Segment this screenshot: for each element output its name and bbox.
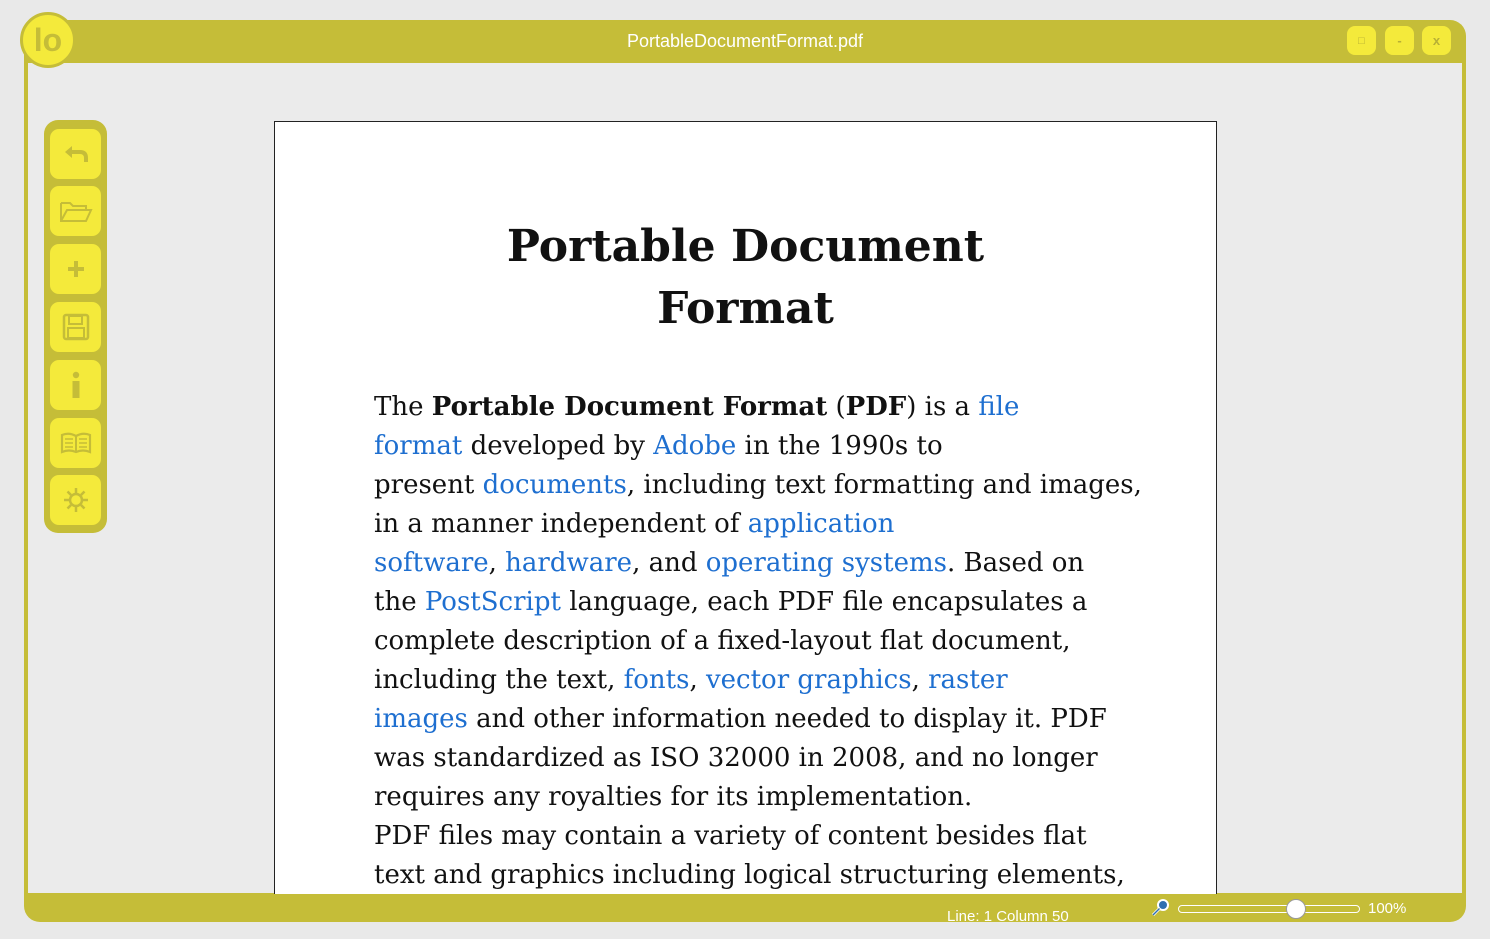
text-run: , [911,665,929,695]
document-line: requires any royalties for its implement… [374,778,1134,817]
document-title-line: Format [657,283,834,334]
new-button[interactable] [50,244,101,294]
back-arrow-icon [64,146,88,162]
zoom-level: 100% [1368,900,1407,917]
text-run: The [374,392,432,422]
bold-text: PDF [845,392,907,422]
window-title: PortableDocumentFormat.pdf [626,31,864,51]
document-link[interactable]: application [748,509,895,539]
text-run: in the 1990s to [736,431,943,461]
side-toolbar [44,120,107,533]
magnifier-icon[interactable] [1151,898,1171,918]
zoom-slider-thumb[interactable] [1286,899,1306,919]
document-body: The Portable Document Format (PDF) is a … [374,388,1142,894]
maximize-icon: □ [1358,34,1365,47]
app-logo[interactable]: lo [20,12,76,68]
document-link[interactable]: images [374,704,468,734]
text-run: the [374,587,425,617]
close-button[interactable]: x [1422,26,1451,55]
text-run: PDF files may contain a variety of conte… [374,821,1087,851]
text-run: in a manner independent of [374,509,748,539]
document-link[interactable]: fonts [624,665,690,695]
plus-icon [67,261,84,277]
text-run: complete description of a fixed-layout f… [374,626,1071,656]
book-icon [60,432,91,454]
document-link[interactable]: format [374,431,462,461]
document-link[interactable]: operating systems [706,548,947,578]
document-line: including the text, fonts, vector graphi… [374,661,1134,700]
document-link[interactable]: Adobe [653,431,736,461]
maximize-button[interactable]: □ [1347,26,1376,55]
text-run: developed by [462,431,654,461]
zoom-slider[interactable] [1178,905,1360,913]
document-line: in a manner independent of application [374,505,1134,544]
gear-icon [63,488,88,512]
document-line: the PostScript language, each PDF file e… [374,583,1134,622]
document-link[interactable]: software [374,548,489,578]
document-link[interactable]: hardware [505,548,632,578]
document-title-line: Portable Document [506,221,985,272]
document-line: format developed by Adobe in the 1990s t… [374,427,1134,466]
document-line: software, hardware, and operating system… [374,544,1134,583]
text-run: , [488,548,506,578]
document-link[interactable]: PostScript [425,587,561,617]
document-page[interactable]: Portable Document Format The Portable Do… [274,121,1217,894]
text-run: , including text formatting and images, [626,470,1142,500]
document-line: The Portable Document Format (PDF) is a … [374,388,1134,427]
document-link[interactable]: vector graphics [706,665,912,695]
text-run: , [689,665,706,695]
document-line: PDF files may contain a variety of conte… [374,817,1134,856]
open-button[interactable] [50,186,101,236]
document-line: complete description of a fixed-layout f… [374,622,1134,661]
text-run: . Based on [947,548,1085,578]
info-button[interactable] [50,360,101,410]
document-link[interactable]: file [978,392,1019,422]
floppy-disk-icon [62,313,89,341]
document-link[interactable]: raster [928,665,1008,695]
save-button[interactable] [50,302,101,352]
document-link[interactable]: documents [483,470,627,500]
reader-button[interactable] [50,418,101,468]
info-icon [72,371,79,398]
text-run: was standardized as ISO 32000 in 2008, a… [374,743,1098,773]
text-run: and other information needed to display … [467,704,1107,734]
close-icon: x [1432,33,1441,48]
bold-text: Portable Document Format [431,392,828,422]
text-run: , and [632,548,706,578]
text-run: ) is a [906,392,979,422]
cursor-position: Line: 1 Column 50 [947,908,1069,925]
document-line: text and graphics including logical stru… [374,856,1134,894]
text-run: ( [827,392,846,422]
document-title: Portable Document Format [275,216,1216,340]
minimize-icon: - [1397,33,1402,48]
text-run: text and graphics including logical stru… [374,860,1125,890]
settings-button[interactable] [50,475,101,525]
text-run: requires any royalties for its implement… [374,782,973,812]
document-line: present documents, including text format… [374,466,1142,505]
text-run: language, each PDF file encapsulates a [560,587,1088,617]
text-run: present [374,470,483,500]
back-button[interactable] [50,129,101,179]
document-line: was standardized as ISO 32000 in 2008, a… [374,739,1134,778]
minimize-button[interactable]: - [1385,26,1414,55]
open-folder-icon [59,202,93,222]
document-line: images and other information needed to d… [374,700,1134,739]
text-run: including the text, [374,665,624,695]
